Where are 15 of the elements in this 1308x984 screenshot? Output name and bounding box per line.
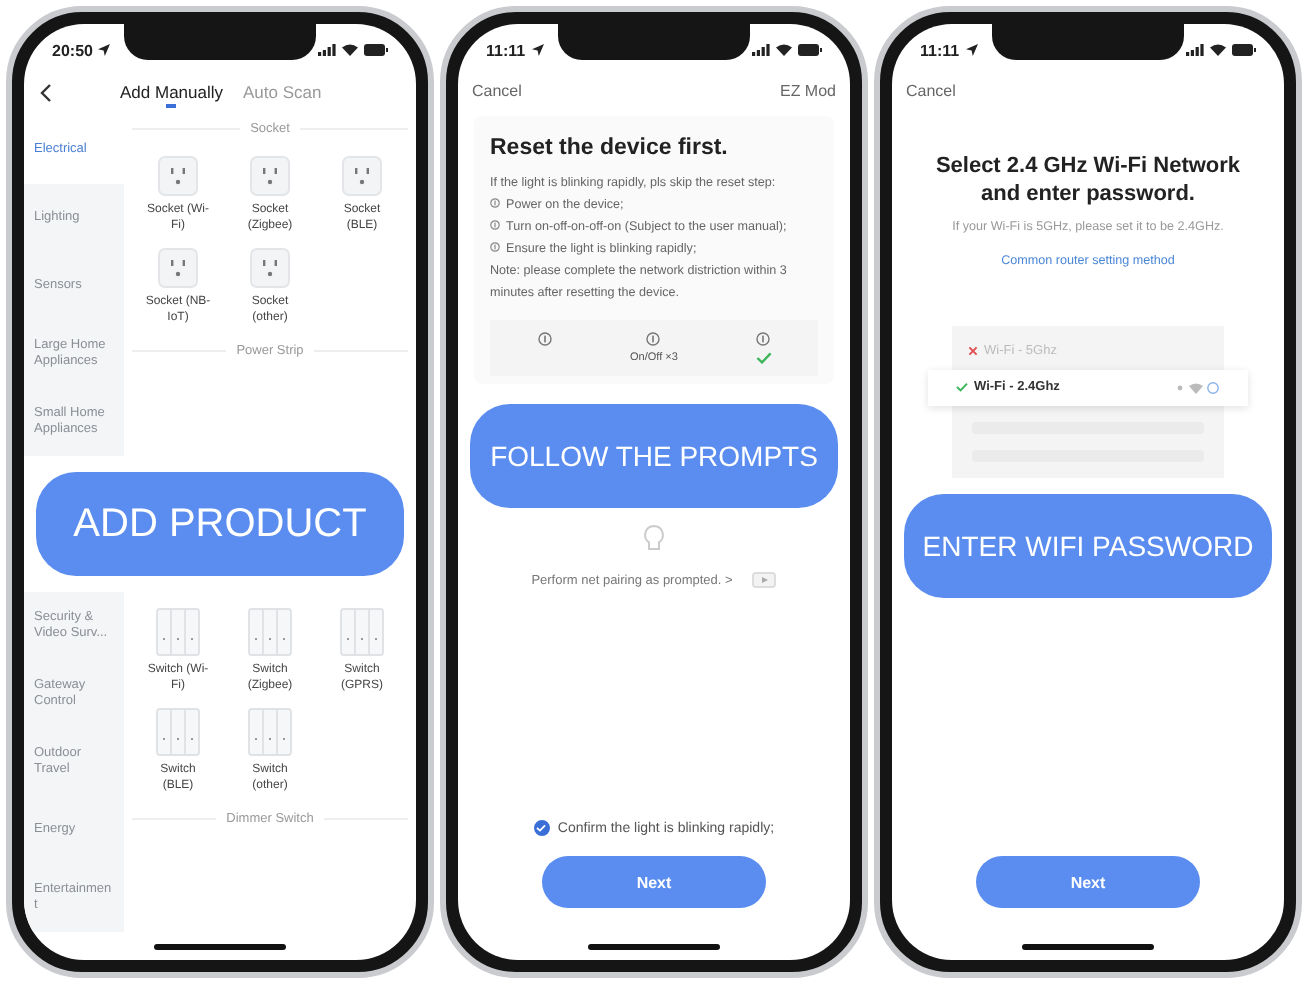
caption-banner: ADD PRODUCT (36, 472, 404, 576)
caption-banner: ENTER WIFI PASSWORD (904, 493, 1272, 598)
status-time: 20:50 (52, 41, 93, 59)
page-title: Select 2.4 GHz Wi-Fi Network and enter password. (933, 152, 1243, 210)
next-button[interactable]: Next (542, 856, 766, 908)
cancel-link[interactable]: Cancel (472, 81, 522, 99)
mode-link[interactable]: EZ Mod (779, 81, 836, 99)
tab[interactable]: Add Manually (120, 77, 224, 107)
card-title: Reset the device first. (490, 136, 730, 160)
next-button[interactable]: Next (976, 856, 1200, 908)
tab[interactable]: Auto Scan (243, 77, 322, 107)
status-time: 11:11 (920, 41, 960, 59)
status-time: 11:11 (486, 41, 526, 59)
cancel-link[interactable]: Cancel (906, 81, 956, 99)
caption-banner: FOLLOW THE PROMPTS (470, 404, 838, 509)
